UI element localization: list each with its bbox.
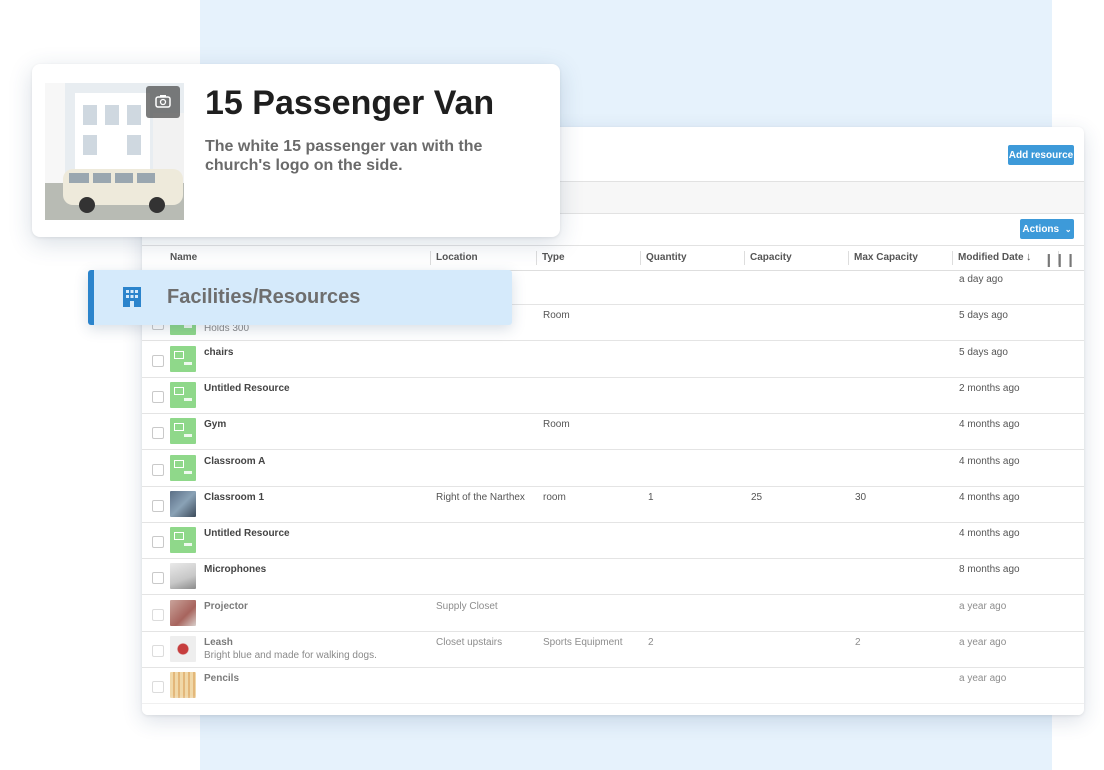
table-row[interactable]: Gym Room 4 months ago (142, 413, 1084, 451)
column-header-modified-date[interactable]: Modified Date (958, 252, 1024, 263)
resource-name[interactable]: Gym (204, 419, 226, 430)
row-checkbox[interactable] (152, 645, 164, 657)
camera-icon (155, 95, 171, 108)
resource-subtitle: Bright blue and made for walking dogs. (204, 650, 377, 661)
table-row[interactable]: Untitled Resource 2 months ago (142, 377, 1084, 414)
table-row[interactable]: Untitled Resource 4 months ago (142, 522, 1084, 560)
resource-thumbnail (170, 563, 196, 590)
resource-thumbnail (170, 418, 196, 445)
resource-detail-card: 15 Passenger Van The white 15 passenger … (32, 64, 560, 237)
resource-thumbnail (170, 381, 196, 408)
actions-button[interactable]: Actions ⌄ (1020, 219, 1074, 239)
table-row[interactable]: chairs 5 days ago (142, 341, 1084, 378)
cell-location: Right of the Narthex (436, 491, 525, 503)
cell-modified: 4 months ago (959, 455, 1020, 467)
cell-location: Supply Closet (436, 600, 498, 612)
cell-quantity: 1 (648, 491, 654, 503)
cell-modified: 2 months ago (959, 382, 1020, 394)
resource-name[interactable]: Untitled Resource (204, 528, 290, 539)
column-divider (848, 251, 849, 265)
column-header-capacity[interactable]: Capacity (750, 252, 792, 263)
resource-name[interactable]: chairs (204, 347, 233, 358)
resource-name[interactable]: Projector (204, 601, 248, 612)
cell-max-capacity: 2 (855, 637, 861, 648)
facilities-label: Facilities/Resources (167, 286, 361, 308)
cell-type: Room (543, 419, 570, 431)
table-row[interactable]: Classroom 1 Right of the Narthex room 1 25 30… (142, 486, 1084, 523)
resource-name[interactable]: Leash (204, 637, 233, 648)
row-checkbox[interactable] (152, 681, 164, 694)
actions-label: Actions (1022, 223, 1060, 235)
row-checkbox[interactable] (152, 463, 164, 476)
table-row[interactable]: Projector Supply Closet a year ago (142, 595, 1084, 632)
resource-thumbnail (170, 636, 196, 662)
cell-modified: 5 days ago (959, 346, 1008, 358)
resource-name[interactable]: Classroom A (204, 456, 265, 467)
cell-capacity: 25 (751, 491, 763, 503)
column-header-quantity[interactable]: Quantity (646, 252, 687, 263)
resource-name[interactable]: Classroom 1 (204, 492, 264, 503)
table-row[interactable]: Leash Bright blue and made for walking do… (142, 631, 1084, 668)
row-checkbox[interactable] (152, 608, 164, 621)
column-divider (430, 251, 431, 265)
add-resource-button[interactable]: Add resource (1008, 145, 1074, 165)
resource-name[interactable]: Pencils (204, 673, 239, 684)
column-divider (952, 251, 953, 265)
cell-modified: a year ago (959, 673, 1007, 685)
chevron-down-icon: ⌄ (1064, 224, 1072, 234)
table-row[interactable]: Classroom A 4 months ago (142, 450, 1084, 487)
resource-thumbnail (170, 527, 196, 554)
facilities-resources-callout[interactable]: Facilities/Resources (88, 270, 512, 325)
cell-modified: 4 months ago (959, 491, 1020, 503)
building-icon (123, 287, 141, 307)
cell-modified: 5 days ago (959, 310, 1008, 322)
resource-name[interactable]: Untitled Resource (204, 383, 290, 394)
cell-type: Sports Equipment (543, 637, 623, 648)
column-divider (640, 251, 641, 265)
row-checkbox[interactable] (152, 499, 164, 512)
column-divider (536, 251, 537, 265)
arrow-down-icon[interactable]: ↓ (1026, 251, 1032, 263)
resource-thumbnail (170, 454, 196, 481)
cell-modified: a year ago (959, 637, 1007, 648)
cell-type: room (543, 491, 566, 503)
resource-title: 15 Passenger Van (205, 84, 495, 122)
table-row[interactable]: Microphones 8 months ago (142, 558, 1084, 596)
resource-thumbnail (170, 490, 196, 517)
cell-max-capacity: 30 (855, 491, 867, 503)
column-header-name[interactable]: Name (170, 252, 197, 263)
row-checkbox[interactable] (152, 390, 164, 403)
resource-name[interactable]: Microphones (204, 564, 266, 575)
column-header-type[interactable]: Type (542, 252, 565, 263)
resource-description: The white 15 passenger van with the chur… (205, 138, 483, 174)
cell-modified: a year ago (959, 600, 1007, 612)
cell-quantity: 2 (648, 637, 654, 648)
cell-modified: 4 months ago (959, 528, 1020, 540)
row-checkbox[interactable] (152, 572, 164, 585)
resource-thumbnail (170, 599, 196, 626)
row-checkbox[interactable] (152, 354, 164, 367)
resource-thumbnail (170, 345, 196, 372)
cell-modified: 4 months ago (959, 419, 1020, 431)
table-fade (142, 695, 1084, 715)
column-divider (744, 251, 745, 265)
row-checkbox[interactable] (152, 536, 164, 549)
cell-type: Room (543, 310, 570, 322)
camera-button[interactable] (146, 86, 180, 118)
cell-modified: 8 months ago (959, 564, 1020, 576)
cell-modified: a day ago (959, 274, 1003, 285)
cell-location: Closet upstairs (436, 637, 503, 648)
row-checkbox[interactable] (152, 427, 164, 440)
column-header-location[interactable]: Location (436, 252, 478, 263)
column-settings-icon[interactable]: ❙❙❙ (1043, 252, 1076, 268)
column-header-max-capacity[interactable]: Max Capacity (854, 252, 918, 263)
